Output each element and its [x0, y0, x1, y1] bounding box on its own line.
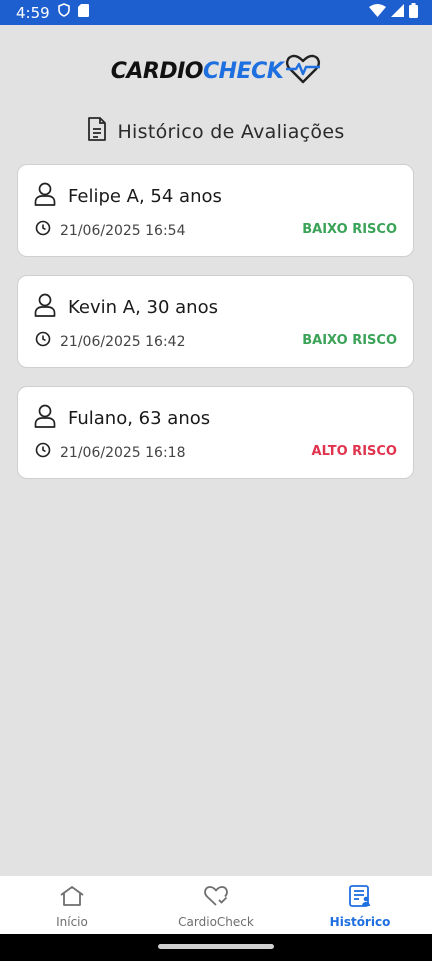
user-icon: [34, 182, 56, 211]
nav-item-historico[interactable]: Histórico: [288, 876, 432, 934]
user-icon: [34, 404, 56, 433]
clock-icon: [35, 331, 51, 352]
bottom-navigation: Início CardioCheck Histórico: [0, 876, 432, 934]
risk-badge: ALTO RISCO: [311, 444, 397, 459]
heart-check-icon: [203, 885, 229, 912]
logo-cardio: CARDIO: [110, 59, 204, 84]
battery-icon: [409, 2, 418, 23]
evaluation-datetime: 21/06/2025 16:18: [60, 444, 186, 461]
evaluation-card[interactable]: Kevin A, 30 anos 21/06/2025 16:42 BAIXO …: [17, 275, 414, 368]
home-icon: [59, 885, 85, 912]
evaluation-datetime: 21/06/2025 16:54: [60, 222, 186, 239]
nav-label-cardiocheck: CardioCheck: [178, 915, 254, 929]
patient-name: Kevin A, 30 anos: [68, 297, 218, 318]
sd-card-icon: [77, 3, 89, 22]
patient-name: Fulano, 63 anos: [68, 408, 211, 429]
nav-item-inicio[interactable]: Início: [0, 876, 144, 934]
gesture-navigation-area: [0, 934, 432, 961]
document-icon: [87, 117, 107, 146]
logo-check: CHECK: [202, 59, 284, 84]
page-title: Histórico de Avaliações: [117, 120, 345, 143]
nav-item-cardiocheck[interactable]: CardioCheck: [144, 876, 288, 934]
clock-icon: [35, 220, 51, 241]
page-header: Histórico de Avaliações: [0, 117, 432, 146]
status-bar: 4:59: [0, 0, 432, 25]
home-gesture-handle[interactable]: [158, 944, 274, 949]
nav-label-historico: Histórico: [329, 915, 391, 929]
risk-badge: BAIXO RISCO: [302, 222, 397, 237]
clock-icon: [35, 442, 51, 463]
status-time: 4:59: [16, 3, 50, 22]
signal-icon: [391, 3, 404, 22]
nav-label-inicio: Início: [56, 915, 88, 929]
app-logo: CARDIOCHECK: [0, 54, 432, 89]
risk-badge: BAIXO RISCO: [302, 333, 397, 348]
user-icon: [34, 293, 56, 322]
logo-text: CARDIOCHECK: [111, 59, 284, 84]
patient-name: Felipe A, 54 anos: [68, 186, 222, 207]
evaluation-card[interactable]: Fulano, 63 anos 21/06/2025 16:18 ALTO RI…: [17, 386, 414, 479]
heartbeat-icon: [285, 54, 321, 89]
wifi-icon: [369, 3, 386, 22]
evaluation-datetime: 21/06/2025 16:42: [60, 333, 186, 350]
history-list-icon: [347, 885, 373, 912]
shield-icon: [57, 3, 70, 22]
evaluation-card[interactable]: Felipe A, 54 anos 21/06/2025 16:54 BAIXO…: [17, 164, 414, 257]
